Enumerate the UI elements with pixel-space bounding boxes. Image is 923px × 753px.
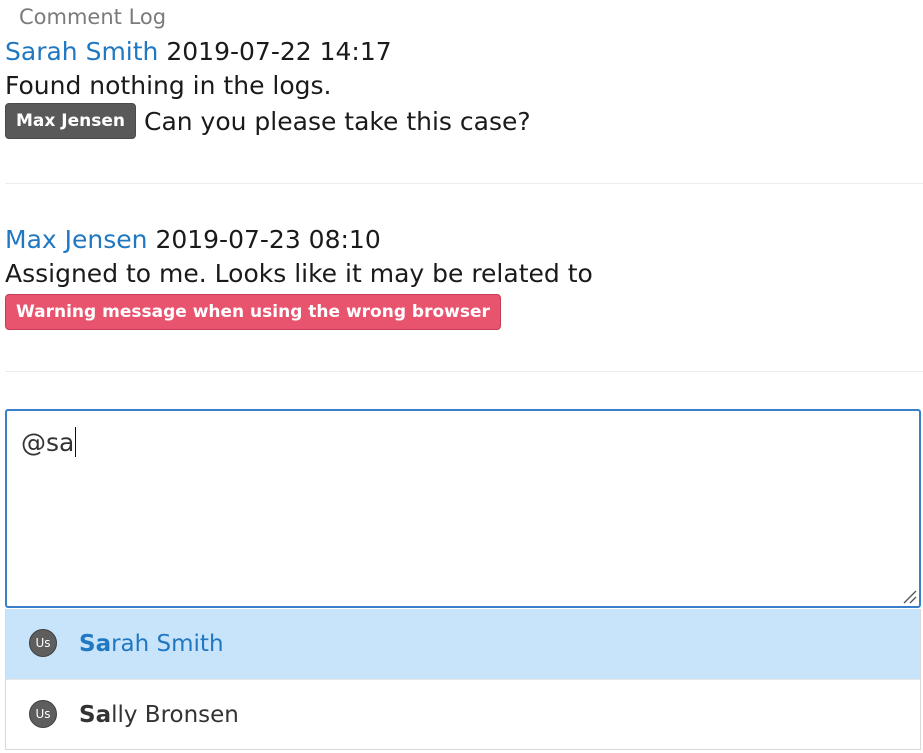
comment-input[interactable]: @sa	[5, 409, 921, 608]
comment-timestamp: 2019-07-23 08:10	[155, 225, 381, 254]
suggestion-name: Sarah Smith	[79, 628, 224, 660]
suggestion-match: Sa	[79, 702, 112, 728]
user-avatar-icon: Us	[29, 629, 57, 657]
text-caret	[75, 427, 77, 457]
comment-timestamp: 2019-07-22 14:17	[166, 37, 392, 66]
suggestion-rest: rah Smith	[111, 631, 224, 657]
comment-text: Can you please take this case?	[143, 107, 531, 136]
comment-divider	[5, 371, 923, 372]
suggestion-rest: lly Bronsen	[111, 702, 239, 728]
comment-input-text: @sa	[21, 428, 75, 457]
ticket-reference-tag[interactable]: Warning message when using the wrong bro…	[5, 294, 501, 330]
suggestion-match: Sa	[79, 631, 112, 657]
resize-handle-icon[interactable]	[901, 588, 917, 604]
comment-input-value[interactable]: @sa	[21, 427, 77, 459]
comment-divider	[5, 183, 923, 184]
comment-text-line: Warning message when using the wrong bro…	[5, 292, 923, 332]
mention-suggestion-list: Us Sarah Smith Us Sally Bronsen	[5, 609, 921, 750]
comment-header: Max Jensen 2019-07-23 08:10	[5, 224, 923, 256]
comment-author-link[interactable]: Max Jensen	[5, 225, 147, 254]
comment: Sarah Smith 2019-07-22 14:17 Found nothi…	[5, 36, 923, 141]
comment-log-title: Comment Log	[19, 5, 167, 29]
mention-suggestion-item[interactable]: Us Sarah Smith	[6, 609, 920, 679]
comment-log-panel: Comment Log Sarah Smith 2019-07-22 14:17…	[0, 0, 923, 753]
comment-author-link[interactable]: Sarah Smith	[5, 37, 158, 66]
comment-text: Assigned to me. Looks like it may be rel…	[5, 259, 593, 288]
user-avatar-icon: Us	[29, 700, 57, 728]
suggestion-name: Sally Bronsen	[79, 699, 239, 731]
comment-header: Sarah Smith 2019-07-22 14:17	[5, 36, 923, 68]
comment-text-line: Max Jensen Can you please take this case?	[5, 103, 923, 141]
user-mention-tag[interactable]: Max Jensen	[5, 103, 136, 139]
comment-text: Found nothing in the logs.	[5, 71, 332, 100]
mention-suggestion-item[interactable]: Us Sally Bronsen	[6, 679, 920, 750]
comment: Max Jensen 2019-07-23 08:10 Assigned to …	[5, 224, 923, 332]
